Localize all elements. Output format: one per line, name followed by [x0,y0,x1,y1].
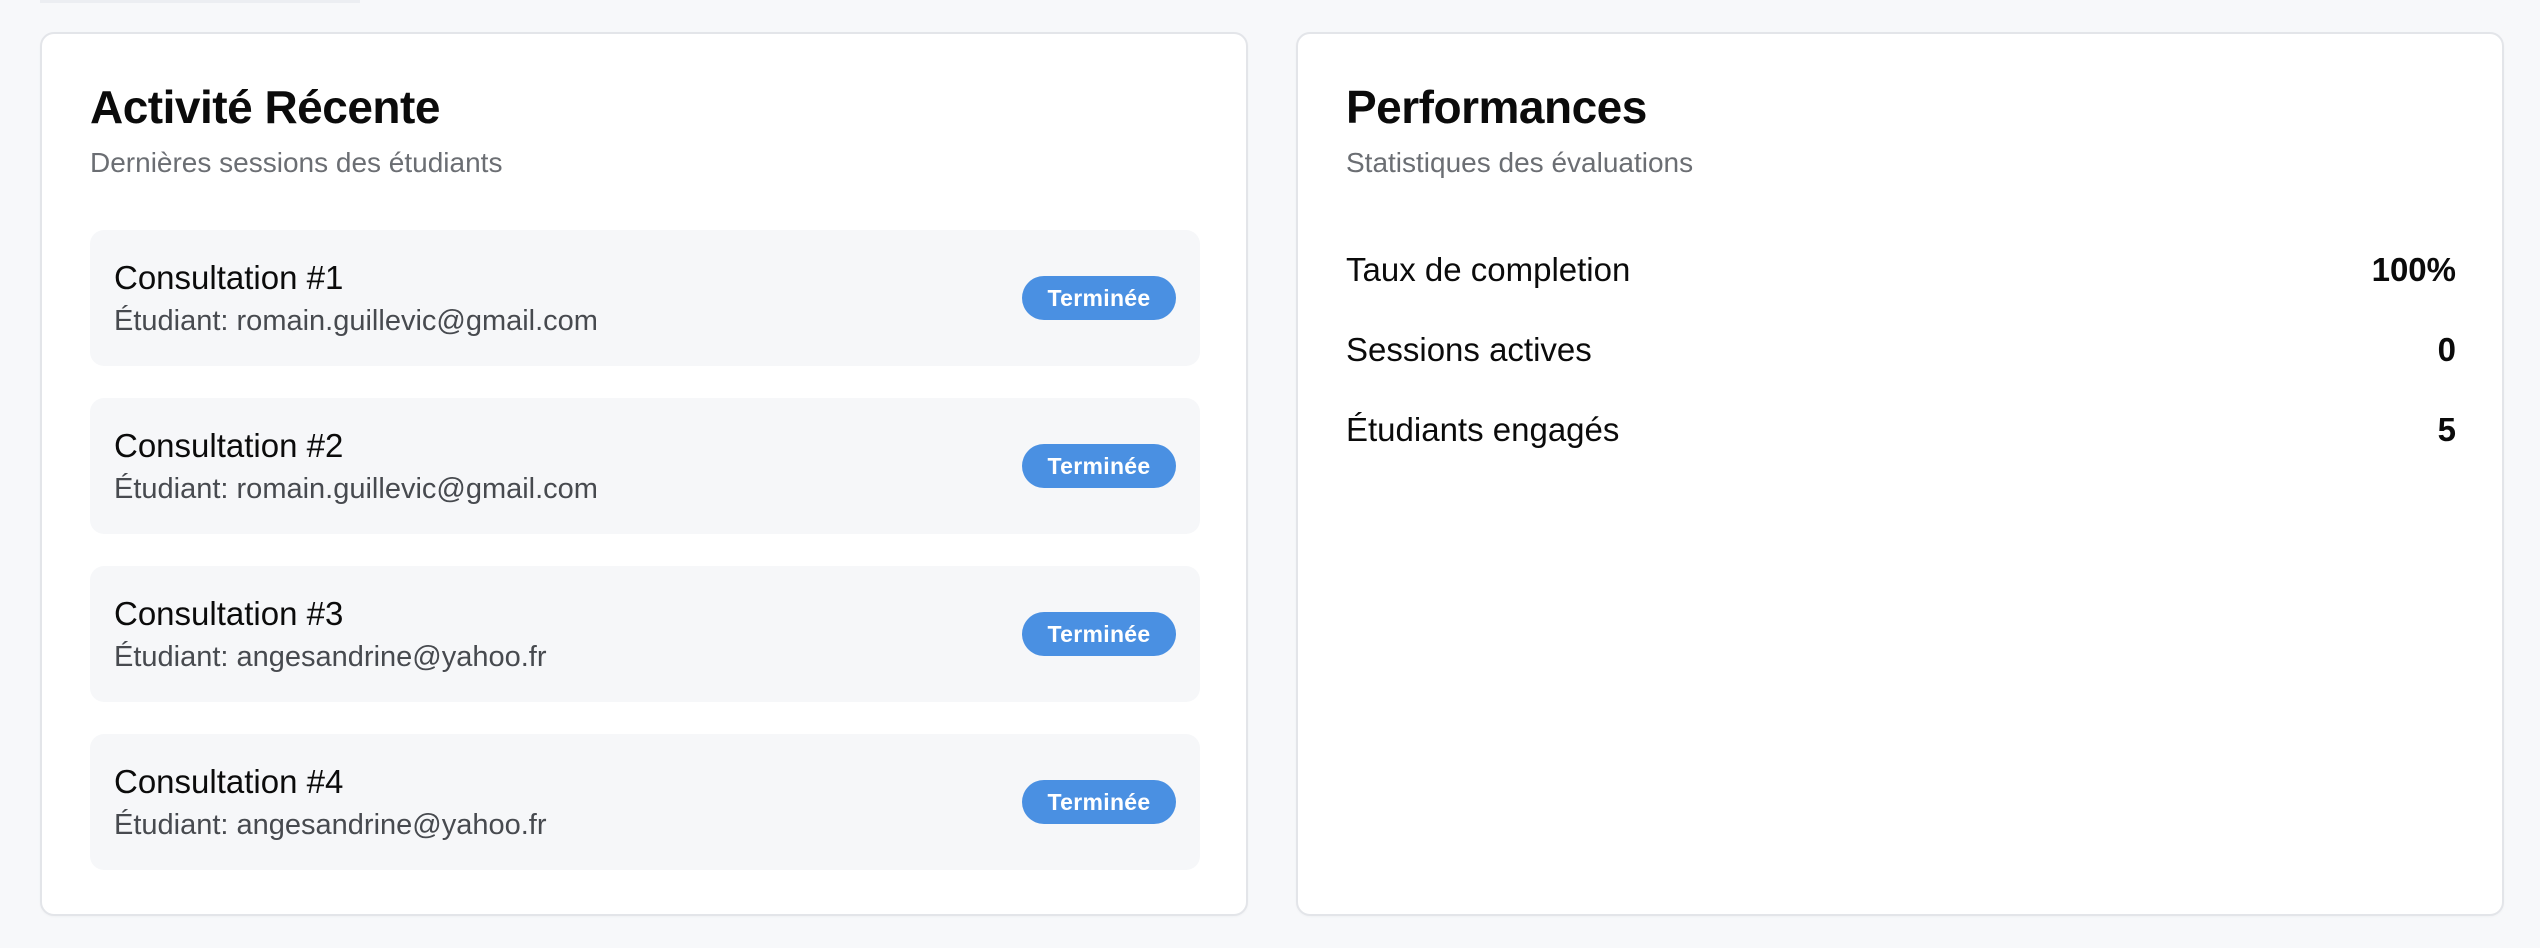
consultation-title: Consultation #1 [114,259,344,296]
consultation-title: Consultation #4 [114,763,344,800]
stat-label: Sessions actives [1346,331,1592,369]
status-badge: Terminée [1022,276,1176,320]
student-email: Étudiant: angesandrine@yahoo.fr [114,641,547,673]
stat-value: 0 [2437,331,2456,369]
activity-list-item[interactable]: Consultation #4 Étudiant: angesandrine@y… [90,734,1200,870]
student-email: Étudiant: angesandrine@yahoo.fr [114,809,547,841]
status-badge: Terminée [1022,780,1176,824]
card-title: Activité Récente [90,81,440,133]
student-email: Étudiant: romain.guillevic@gmail.com [114,473,598,505]
performance-stats: Taux de completion 100% Sessions actives… [1346,230,2456,470]
stat-value: 100% [2371,251,2456,289]
activity-list-item[interactable]: Consultation #3 Étudiant: angesandrine@y… [90,566,1200,702]
consultation-title: Consultation #2 [114,427,344,464]
stat-label: Taux de completion [1346,251,1631,289]
stat-row-active-sessions: Sessions actives 0 [1346,310,2456,390]
consultation-title: Consultation #3 [114,595,344,632]
status-badge: Terminée [1022,612,1176,656]
stat-value: 5 [2437,411,2456,449]
stat-label: Étudiants engagés [1346,411,1620,449]
performance-card: Performances Statistiques des évaluation… [1296,32,2504,916]
card-subtitle: Statistiques des évaluations [1346,147,1694,178]
student-email: Étudiant: romain.guillevic@gmail.com [114,305,598,337]
activity-list: Consultation #1 Étudiant: romain.guillev… [90,230,1200,902]
stat-row-engaged-students: Étudiants engagés 5 [1346,390,2456,470]
activity-list-item[interactable]: Consultation #1 Étudiant: romain.guillev… [90,230,1200,366]
activity-list-item[interactable]: Consultation #2 Étudiant: romain.guillev… [90,398,1200,534]
top-divider [40,0,360,3]
card-subtitle: Dernières sessions des étudiants [90,147,503,178]
recent-activity-card: Activité Récente Dernières sessions des … [40,32,1248,916]
stat-row-completion-rate: Taux de completion 100% [1346,230,2456,310]
status-badge: Terminée [1022,444,1176,488]
card-title: Performances [1346,81,1647,133]
